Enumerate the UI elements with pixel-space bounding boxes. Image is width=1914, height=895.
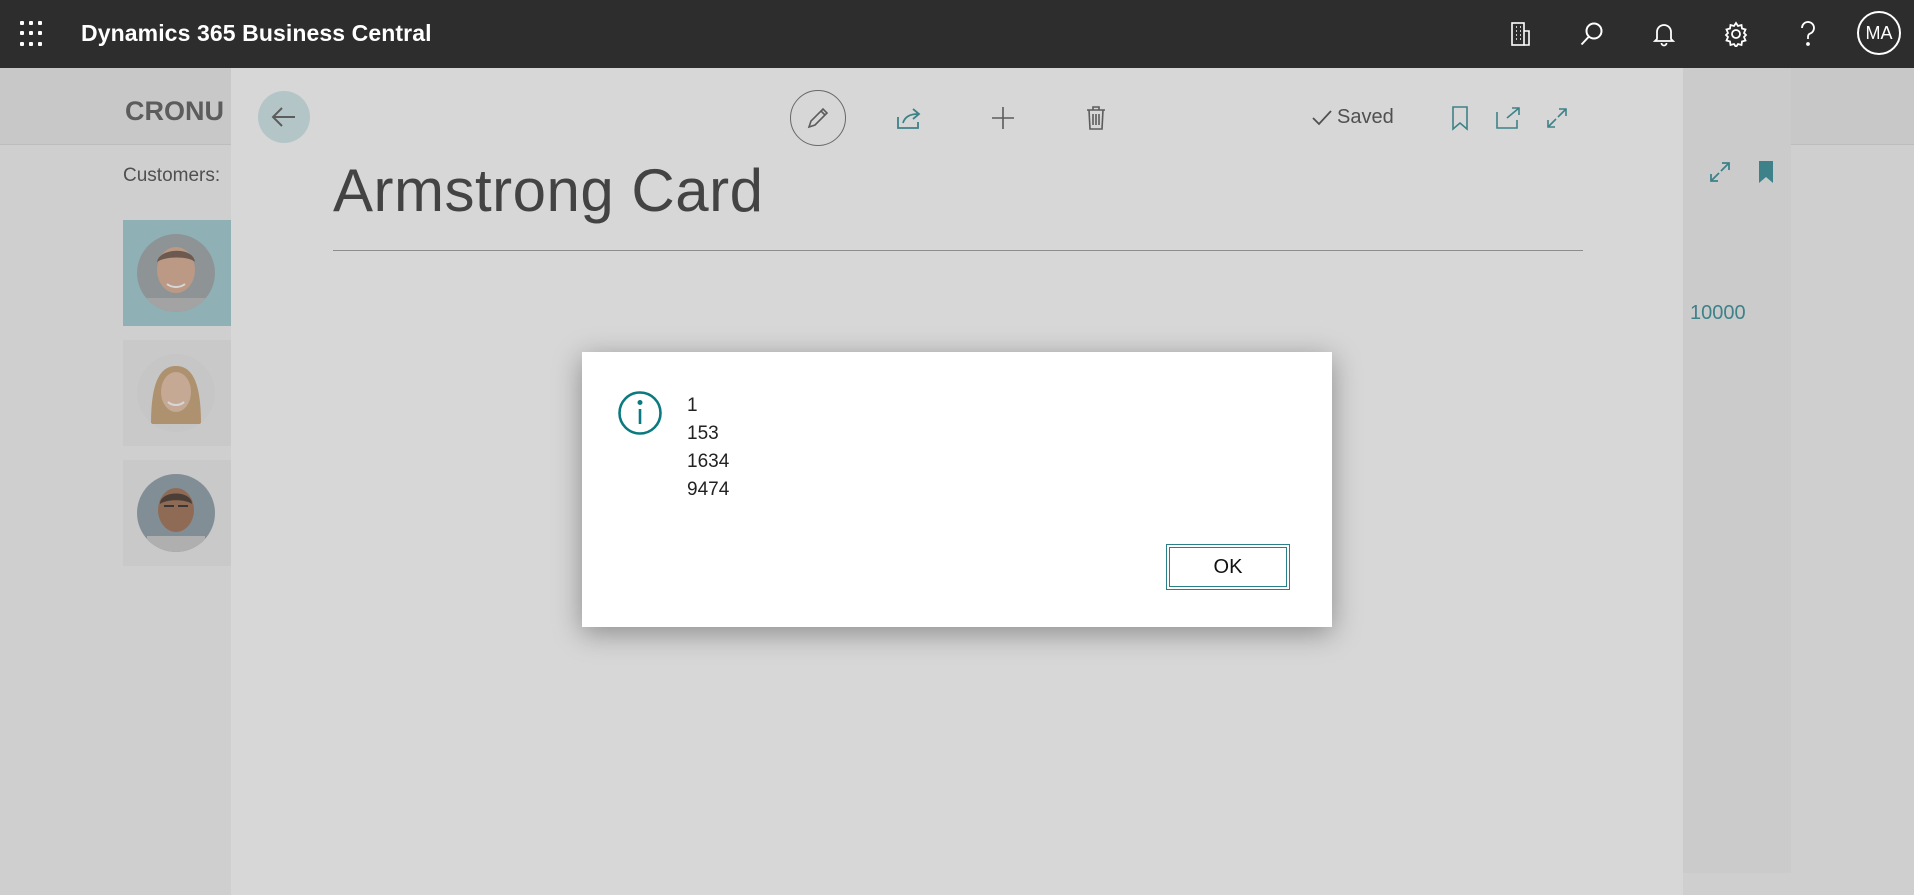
message-line: 9474 <box>687 479 730 500</box>
message-dialog: 1 153 1634 9474 OK <box>582 352 1332 627</box>
app-launcher-icon[interactable] <box>20 21 46 47</box>
bell-icon[interactable] <box>1647 17 1681 51</box>
message-line: 1634 <box>687 451 730 472</box>
dialog-message: 1 153 1634 9474 <box>687 392 729 504</box>
top-bar: Dynamics 365 Business Central MA <box>0 0 1914 68</box>
message-line: 1 <box>687 395 698 416</box>
ok-button[interactable]: OK <box>1166 544 1290 590</box>
user-avatar[interactable]: MA <box>1857 11 1901 55</box>
info-icon <box>617 390 663 441</box>
help-icon[interactable] <box>1791 17 1825 51</box>
search-icon[interactable] <box>1575 17 1609 51</box>
message-line: 153 <box>687 423 719 444</box>
gear-icon[interactable] <box>1719 17 1753 51</box>
company-icon[interactable] <box>1503 17 1537 51</box>
app-title[interactable]: Dynamics 365 Business Central <box>81 20 432 47</box>
